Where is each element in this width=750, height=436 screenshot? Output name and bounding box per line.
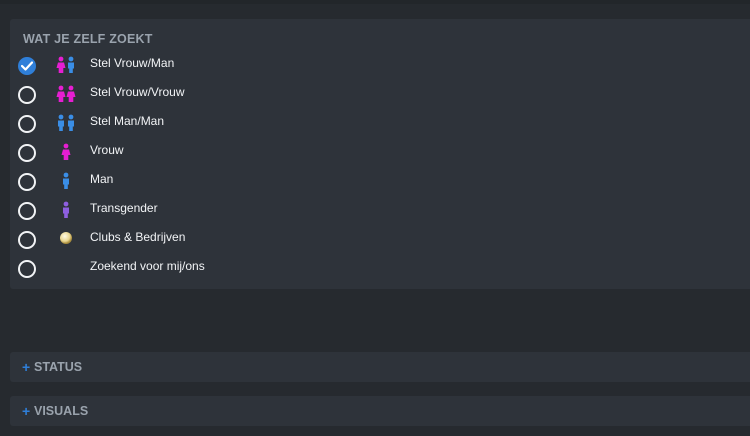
checkmark-icon [21, 61, 33, 71]
option-vrouw[interactable]: Vrouw [10, 139, 750, 168]
radio-unchecked[interactable] [18, 231, 36, 249]
transgender-icon [63, 201, 69, 218]
status-section-header[interactable]: + STATUS [10, 352, 750, 382]
search-preference-panel: WAT JE ZELF ZOEKT Stel Vrouw/Man Stel Vr… [10, 19, 750, 289]
option-label: Vrouw [90, 143, 124, 157]
option-transgender[interactable]: Transgender [10, 197, 750, 226]
woman-icon [61, 143, 71, 160]
option-label: Stel Man/Man [90, 114, 165, 128]
option-stel-vrouw-man[interactable]: Stel Vrouw/Man [10, 52, 750, 81]
radio-unchecked[interactable] [18, 202, 36, 220]
visuals-section-header[interactable]: + VISUALS [10, 396, 750, 426]
option-zoekend-voor-mij-ons[interactable]: Zoekend voor mij/ons [10, 255, 750, 284]
expand-plus-icon: + [22, 403, 31, 419]
radio-unchecked[interactable] [18, 144, 36, 162]
option-label: Transgender [90, 201, 158, 215]
section-title: VISUALS [34, 404, 89, 418]
option-label: Zoekend voor mij/ons [90, 259, 205, 273]
couple-woman-woman-icon [56, 85, 76, 102]
radio-unchecked[interactable] [18, 115, 36, 133]
option-label: Man [90, 172, 114, 186]
section-title: STATUS [34, 360, 83, 374]
option-clubs-bedrijven[interactable]: Clubs & Bedrijven [10, 226, 750, 255]
panel-title: WAT JE ZELF ZOEKT [23, 32, 153, 46]
option-label: Stel Vrouw/Man [90, 56, 175, 70]
radio-unchecked[interactable] [18, 260, 36, 278]
couple-man-man-icon [58, 114, 74, 131]
option-label: Stel Vrouw/Vrouw [90, 85, 185, 99]
radio-checked[interactable] [18, 57, 36, 75]
option-stel-vrouw-vrouw[interactable]: Stel Vrouw/Vrouw [10, 81, 750, 110]
option-man[interactable]: Man [10, 168, 750, 197]
expand-plus-icon: + [22, 359, 31, 375]
radio-unchecked[interactable] [18, 173, 36, 191]
option-stel-man-man[interactable]: Stel Man/Man [10, 110, 750, 139]
top-bar [0, 0, 750, 4]
couple-woman-man-icon [56, 56, 74, 73]
radio-unchecked[interactable] [18, 86, 36, 104]
option-label: Clubs & Bedrijven [90, 230, 186, 244]
man-icon [63, 172, 69, 189]
club-icon [60, 232, 72, 244]
